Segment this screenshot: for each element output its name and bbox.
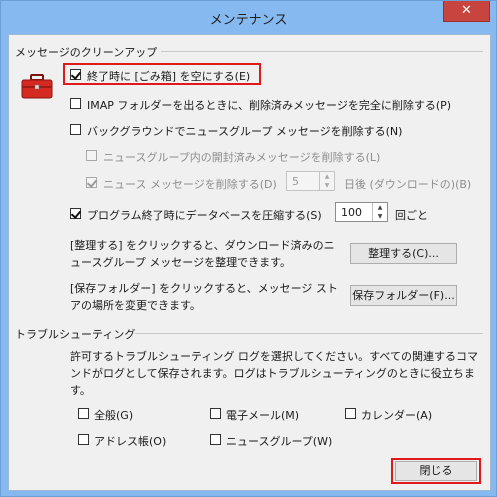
compact-db-checkbox[interactable]	[70, 208, 81, 219]
store-folder-button[interactable]: 保存フォルダー(F)...	[350, 285, 457, 306]
log-contacts-label: アドレス帳(O)	[94, 435, 167, 448]
days-value: 5	[292, 175, 299, 188]
compact-up-arrow-icon[interactable]: ▲	[373, 203, 387, 212]
delete-read-news-checkbox[interactable]	[86, 150, 97, 161]
maintenance-dialog: メンテナンス ✕ メッセージのクリーンアップ 終了時に [ごみ箱] を空にする(…	[0, 0, 497, 497]
log-news-label: ニュースグループ(W)	[226, 435, 333, 448]
log-general-label: 全般(G)	[94, 409, 134, 422]
title-bar[interactable]: メンテナンス ✕	[1, 1, 496, 34]
store-description: [保存フォルダー] をクリックすると、メッセージ ストアの場所を変更できます。	[70, 282, 338, 312]
log-contacts-checkbox[interactable]	[78, 434, 89, 445]
cleanup-separator	[161, 51, 483, 52]
bg-delete-news-checkbox[interactable]	[70, 124, 81, 135]
compact-down-arrow-icon[interactable]: ▼	[373, 212, 387, 221]
close-window-button[interactable]: ✕	[443, 1, 490, 22]
troubleshooting-description: 許可するトラブルシューティング ログを選択してください。すべての関連するコマンド…	[70, 350, 478, 397]
empty-trash-checkbox[interactable]	[70, 69, 81, 80]
compact-suffix-label: 回ごと	[395, 209, 428, 222]
delete-news-after-label: ニュース メッセージを削除する(D)	[103, 178, 277, 191]
cleanup-button[interactable]: 整理する(C)...	[350, 243, 457, 264]
delete-read-news-label: ニュースグループ内の開封済みメッセージを削除する(L)	[103, 151, 381, 164]
compact-db-label: プログラム終了時にデータベースを圧縮する(S)	[87, 209, 322, 222]
bg-delete-news-label: バックグラウンドでニュースグループ メッセージを削除する(N)	[87, 125, 403, 138]
log-calendar-label: カレンダー(A)	[361, 409, 433, 422]
dialog-body: メッセージのクリーンアップ 終了時に [ごみ箱] を空にする(E) IMAP フ…	[8, 34, 491, 491]
empty-trash-label: 終了時に [ごみ箱] を空にする(E)	[87, 70, 251, 83]
log-general-checkbox[interactable]	[78, 408, 89, 419]
compact-stepper[interactable]: 100 ▲ ▼	[335, 202, 388, 222]
imap-purge-checkbox[interactable]	[70, 98, 81, 109]
log-mail-checkbox[interactable]	[210, 408, 221, 419]
log-news-checkbox[interactable]	[210, 434, 221, 445]
days-suffix-label: 日後 (ダウンロードの)(B)	[344, 178, 472, 191]
delete-news-after-checkbox[interactable]	[86, 177, 97, 188]
log-mail-label: 電子メール(M)	[226, 409, 300, 422]
cleanup-group-label: メッセージのクリーンアップ	[15, 46, 158, 59]
imap-purge-label: IMAP フォルダーを出るときに、削除済みメッセージを完全に削除する(P)	[87, 99, 452, 112]
toolbox-icon	[21, 74, 53, 99]
troubleshooting-separator	[135, 333, 483, 334]
compact-value: 100	[341, 206, 362, 219]
window-title: メンテナンス	[209, 13, 288, 28]
close-button[interactable]: 閉じる	[395, 461, 477, 481]
cleanup-description: [整理する] をクリックすると、ダウンロード済みのニュースグループ メッセージを…	[70, 239, 335, 269]
days-up-arrow-icon[interactable]: ▲	[320, 172, 334, 181]
troubleshooting-group-label: トラブルシューティング	[15, 328, 136, 341]
days-down-arrow-icon[interactable]: ▼	[320, 181, 334, 190]
days-stepper[interactable]: 5 ▲ ▼	[286, 171, 335, 191]
log-calendar-checkbox[interactable]	[345, 408, 356, 419]
